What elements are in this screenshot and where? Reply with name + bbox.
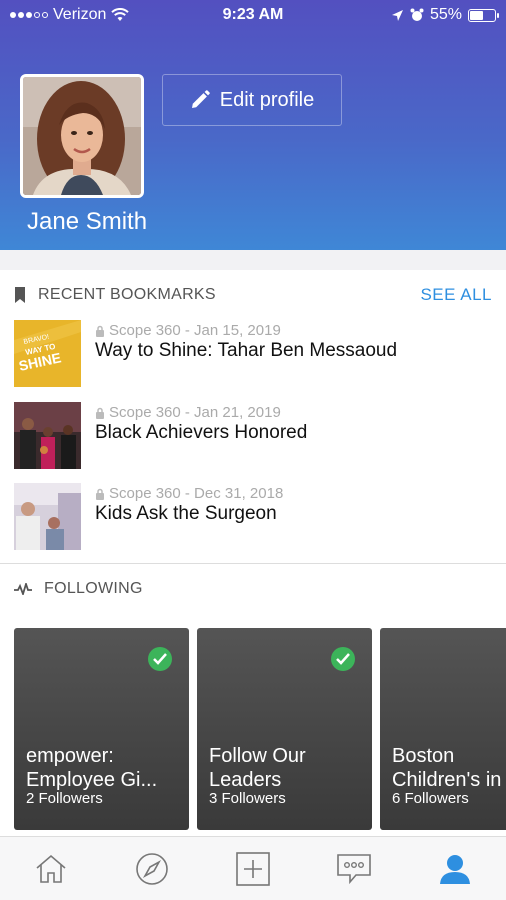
bookmark-item[interactable]: Scope 360 - Dec 31, 2018 Kids Ask the Su… [0, 483, 506, 551]
home-icon [36, 854, 66, 883]
lock-icon [96, 407, 104, 419]
tile-name-line: Boston [392, 745, 455, 767]
tile-followers: 6 Followers [392, 790, 469, 807]
bookmark-meta-text: Scope 360 - Jan 15, 2019 [109, 322, 281, 339]
tile-name-line: Employee Gi... [26, 769, 158, 791]
bookmarks-title: RECENT BOOKMARKS [38, 286, 216, 303]
tab-create[interactable] [223, 844, 283, 894]
bookmarks-header: RECENT BOOKMARKS SEE ALL [0, 270, 506, 320]
status-bar: Verizon 9:23 AM 55% [0, 0, 506, 30]
bookmark-meta: Scope 360 - Jan 21, 2019 [95, 404, 281, 421]
bookmark-meta: Scope 360 - Jan 15, 2019 [95, 322, 281, 339]
alarm-icon [410, 8, 424, 21]
tile-name-line: Children's in [392, 769, 502, 791]
tile-followers: 3 Followers [209, 790, 286, 807]
tile-name-line: Leaders [209, 769, 282, 791]
tab-home[interactable] [21, 844, 81, 894]
location-arrow-icon [391, 9, 403, 21]
tab-profile[interactable] [425, 844, 485, 894]
following-header: FOLLOWING [0, 564, 506, 614]
bookmark-icon [15, 287, 25, 303]
profile-name: Jane Smith [27, 208, 148, 235]
lock-icon [96, 325, 104, 337]
bookmark-title: Way to Shine: Tahar Ben Messaoud [95, 340, 398, 361]
tile-followers: 2 Followers [26, 790, 103, 807]
edit-profile-label: Edit profile [219, 88, 315, 111]
bookmark-item[interactable]: Scope 360 - Jan 21, 2019 Black Achievers… [0, 402, 506, 470]
wifi-icon [111, 8, 130, 21]
bookmark-thumbnail [14, 402, 81, 469]
avatar[interactable] [20, 74, 144, 198]
compass-icon [135, 852, 168, 885]
avatar-photo [23, 77, 141, 195]
plus-icon [236, 851, 270, 886]
tile-name-line: empower: [26, 745, 114, 767]
recent-bookmarks-section: RECENT BOOKMARKS SEE ALL BRAVO! WAY TO S… [0, 270, 506, 564]
carrier-label: Verizon [53, 6, 107, 23]
profile-icon [440, 854, 471, 884]
bookmark-item[interactable]: BRAVO! WAY TO SHINE Scope 360 - Jan 15, … [0, 320, 506, 388]
check-icon [148, 647, 172, 671]
bookmark-meta-text: Scope 360 - Jan 21, 2019 [109, 404, 281, 421]
tile-name: Follow Our Leaders [209, 744, 364, 792]
following-tile[interactable]: Follow Our Leaders 3 Followers [197, 628, 372, 830]
signal-icon [10, 12, 48, 18]
battery-percent: 55% [429, 6, 462, 23]
battery-icon [468, 8, 499, 22]
tile-name: empower: Employee Gi... [26, 744, 181, 792]
chat-icon [337, 853, 371, 884]
tile-name-line: Follow Our [209, 745, 306, 767]
lock-icon [96, 488, 104, 500]
bookmark-thumbnail [14, 483, 81, 550]
bookmark-title: Black Achievers Honored [95, 422, 308, 443]
activity-icon [14, 583, 32, 595]
bookmark-meta: Scope 360 - Dec 31, 2018 [95, 485, 283, 502]
tab-bar [0, 836, 506, 900]
pencil-icon [191, 90, 210, 108]
edit-profile-button[interactable]: Edit profile [162, 74, 342, 126]
bookmark-title: Kids Ask the Surgeon [95, 503, 277, 524]
tab-messages[interactable] [324, 844, 384, 894]
following-title: FOLLOWING [44, 580, 143, 597]
see-all-link[interactable]: SEE ALL [420, 285, 492, 305]
tab-explore[interactable] [122, 844, 182, 894]
following-tile[interactable]: Boston Children's in 6 Followers [380, 628, 506, 830]
check-icon [331, 647, 355, 671]
tile-name: Boston Children's in [392, 744, 506, 792]
following-tile[interactable]: empower: Employee Gi... 2 Followers [14, 628, 189, 830]
bookmark-thumbnail: BRAVO! WAY TO SHINE [14, 320, 81, 387]
bookmark-meta-text: Scope 360 - Dec 31, 2018 [109, 485, 284, 502]
profile-header: Verizon 9:23 AM 55% Edit profile Jane Sm… [0, 0, 506, 250]
clock: 9:23 AM [222, 6, 284, 23]
following-section: FOLLOWING empower: Employee Gi... 2 Foll… [0, 564, 506, 836]
